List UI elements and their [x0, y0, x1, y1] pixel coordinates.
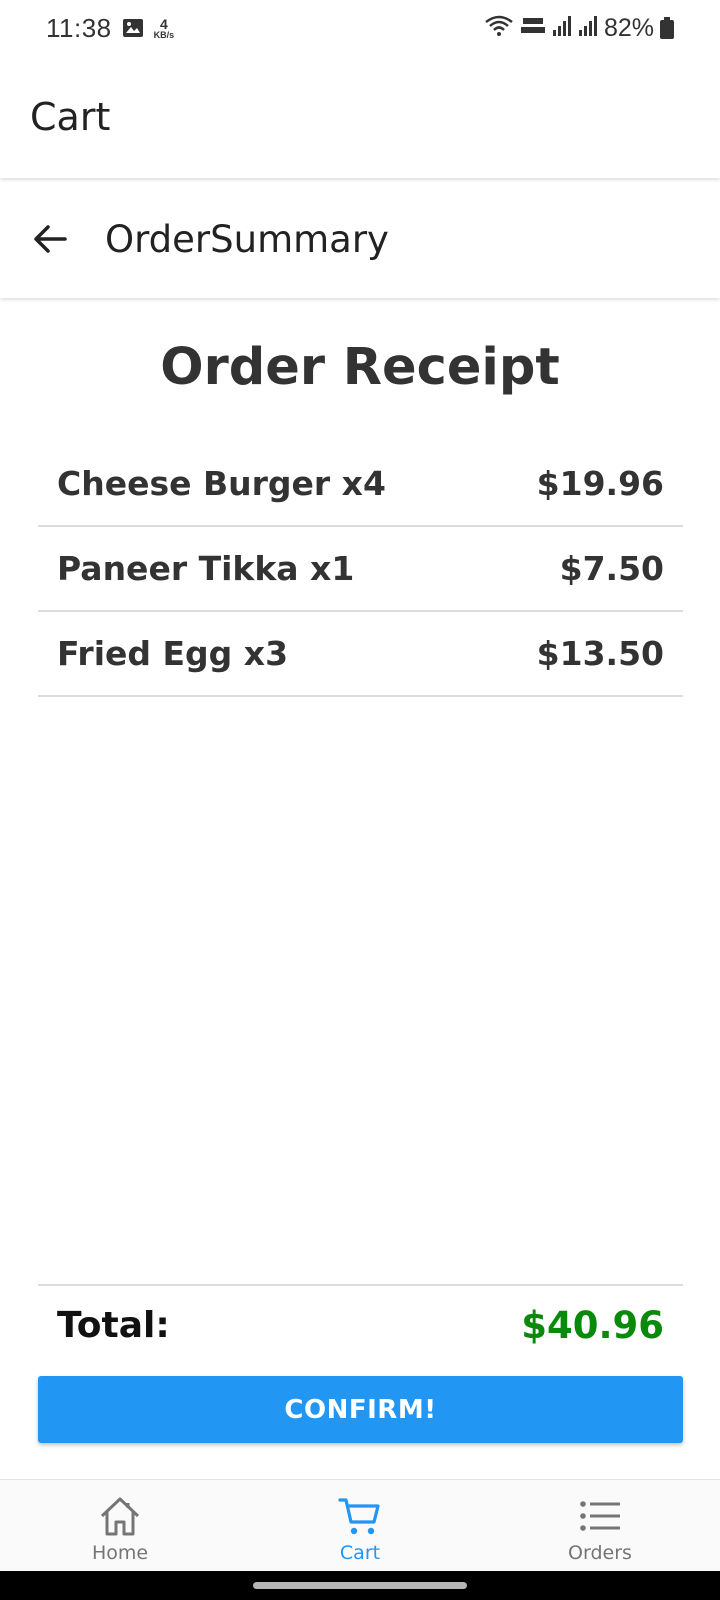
total-row: Total: $40.96 — [38, 1304, 683, 1347]
battery-icon — [660, 17, 674, 39]
nav-label-orders: Orders — [568, 1542, 632, 1564]
volte-icon — [520, 14, 546, 43]
nav-label-home: Home — [91, 1542, 149, 1564]
arrow-left-icon — [34, 225, 67, 253]
item-price: $7.50 — [559, 549, 664, 588]
wifi-icon — [484, 14, 514, 43]
total-value: $40.96 — [521, 1304, 664, 1347]
total-label: Total: — [57, 1305, 170, 1346]
sub-header: OrderSummary — [0, 180, 720, 298]
nav-item-cart[interactable]: Cart — [240, 1480, 480, 1571]
network-speed: 4 KB/s — [154, 17, 175, 40]
app-bar: Cart — [0, 56, 720, 178]
nav-item-orders[interactable]: Orders — [480, 1480, 720, 1571]
confirm-button[interactable]: CONFIRM! — [38, 1376, 683, 1443]
home-icon — [100, 1497, 140, 1536]
signal-icon-2 — [578, 15, 598, 42]
app-title: Cart — [30, 95, 111, 139]
network-speed-unit: KB/s — [153, 29, 175, 40]
back-button[interactable] — [20, 209, 80, 269]
receipt-item-row: Paneer Tikka x1 $7.50 — [38, 527, 683, 612]
receipt-item-row: Cheese Burger x4 $19.96 — [38, 442, 683, 527]
gesture-handle[interactable] — [253, 1582, 467, 1589]
signal-icon-1 — [552, 15, 572, 42]
receipt-title: Order Receipt — [160, 338, 560, 397]
status-left: 11:38 4 KB/s — [46, 13, 174, 44]
list-icon — [580, 1501, 620, 1531]
status-right: 82% — [484, 14, 674, 43]
cart-icon — [338, 1498, 380, 1535]
receipt-items: Cheese Burger x4 $19.96 Paneer Tikka x1 … — [38, 442, 683, 697]
item-name: Paneer Tikka x1 — [57, 549, 355, 588]
system-navigation-bar — [0, 1571, 720, 1600]
item-name: Fried Egg x3 — [57, 634, 289, 673]
status-bar: 11:38 4 KB/s 82% — [0, 0, 720, 56]
gallery-notification-icon — [122, 18, 144, 38]
bottom-nav: Home Cart Orders — [0, 1479, 720, 1571]
item-price: $13.50 — [536, 634, 664, 673]
receipt-item-row: Fried Egg x3 $13.50 — [38, 612, 683, 697]
status-time: 11:38 — [46, 12, 112, 43]
item-name: Cheese Burger x4 — [57, 464, 386, 503]
nav-label-cart: Cart — [339, 1542, 381, 1564]
page-title: OrderSummary — [105, 217, 389, 261]
nav-item-home[interactable]: Home — [0, 1480, 240, 1571]
battery-percent: 82% — [603, 13, 654, 42]
item-price: $19.96 — [536, 464, 664, 503]
network-speed-value: 4 — [160, 15, 168, 32]
total-divider — [38, 1284, 683, 1286]
